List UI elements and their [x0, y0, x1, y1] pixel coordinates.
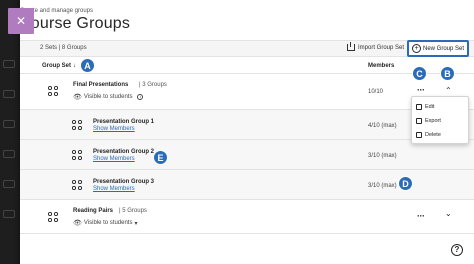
chevron-up-icon[interactable]: ⌃	[445, 86, 452, 95]
sidebar-ghost-icon	[3, 180, 15, 188]
group-name: Presentation Group 2	[93, 149, 155, 155]
group-set-count: | 3 Groups	[139, 82, 167, 88]
menu-edit-label: Edit	[425, 104, 435, 110]
group-set-members: 10/10	[368, 89, 384, 95]
eye-icon: 👁	[73, 94, 82, 101]
more-options-button[interactable]: ···	[417, 85, 425, 95]
sidebar-ghost-icon	[3, 60, 15, 68]
group-set-options-menu: Edit Export Delete	[411, 96, 469, 144]
menu-item-delete[interactable]: Delete	[416, 132, 441, 138]
show-members-link[interactable]: Show Members	[93, 126, 135, 132]
callout-c: C	[412, 66, 427, 81]
info-icon[interactable]: i	[137, 94, 144, 100]
visibility-dropdown[interactable]: 👁 Visible to students ▾	[73, 219, 138, 227]
group-members: 3/10 (max)	[368, 153, 397, 159]
more-options-button[interactable]: ···	[417, 211, 425, 221]
group-set-name: Reading Pairs	[73, 208, 114, 214]
menu-item-edit[interactable]: Edit	[416, 104, 434, 110]
visibility-label: Visible to students	[83, 220, 133, 226]
sidebar-ghost-icon	[3, 150, 15, 158]
import-icon	[347, 42, 355, 51]
group-count: 5 Groups	[122, 208, 147, 214]
new-group-set-label: New Group Set	[423, 45, 465, 52]
group-icon	[70, 149, 84, 161]
new-group-set-button[interactable]: + New Group Set	[407, 40, 470, 57]
group-set-row-reading-pairs: Reading Pairs | 5 Groups 👁 Visible to st…	[20, 200, 474, 234]
close-button[interactable]: ✕	[8, 8, 34, 34]
sort-arrow-icon: ↓	[73, 63, 77, 69]
group-set-name: Final Presentations	[73, 82, 129, 88]
plus-circle-icon: +	[412, 44, 421, 53]
sidebar-ghost-icon	[3, 90, 15, 98]
group-icon	[46, 85, 60, 97]
group-icon	[70, 179, 84, 191]
import-label: Import Group Set	[358, 44, 405, 51]
visibility-toggle[interactable]: 👁 Visible to students i	[73, 93, 144, 101]
sidebar-ghost-icon	[3, 120, 15, 128]
export-icon	[416, 118, 422, 124]
group-members: 3/10 (max)	[368, 183, 397, 189]
group-icon	[70, 119, 84, 131]
menu-delete-label: Delete	[425, 132, 441, 138]
group-count: 3 Groups	[142, 82, 167, 88]
callout-b: B	[440, 66, 455, 81]
group-name: Presentation Group 1	[93, 119, 155, 125]
group-set-row-final-presentations: Final Presentations | 3 Groups 👁 Visible…	[20, 74, 474, 110]
group-row: Presentation Group 1 Show Members 4/10 (…	[20, 110, 474, 140]
group-icon	[46, 211, 60, 223]
toolbar: 2 Sets | 8 Groups Import Group Set + New…	[20, 40, 474, 57]
pencil-icon	[416, 104, 422, 110]
callout-a: A	[80, 58, 95, 73]
help-icon[interactable]: ?	[451, 244, 463, 256]
group-set-count: | 5 Groups	[119, 208, 147, 214]
group-set-column-header[interactable]: Group Set ↓	[42, 63, 76, 69]
group-members: 4/10 (max)	[368, 123, 397, 129]
chevron-down-icon[interactable]: ⌄	[445, 209, 452, 218]
trash-icon	[416, 132, 422, 138]
caret-down-icon: ▾	[134, 220, 138, 227]
close-icon: ✕	[15, 14, 27, 28]
group-set-header-label: Group Set	[42, 63, 72, 69]
callout-d: D	[398, 176, 413, 191]
show-members-link[interactable]: Show Members	[93, 186, 135, 192]
group-row: Presentation Group 2 Show Members 3/10 (…	[20, 140, 474, 170]
callout-e: E	[153, 150, 168, 165]
menu-item-export[interactable]: Export	[416, 118, 441, 124]
import-group-set-button[interactable]: Import Group Set	[347, 42, 405, 51]
show-members-link[interactable]: Show Members	[93, 156, 135, 162]
group-name: Presentation Group 3	[93, 179, 155, 185]
sidebar-ghost-icon	[3, 210, 15, 218]
members-column-header: Members	[368, 63, 395, 69]
menu-export-label: Export	[425, 118, 441, 124]
eye-icon: 👁	[73, 220, 82, 227]
sets-count: 2 Sets | 8 Groups	[40, 45, 87, 51]
page-title: Course Groups	[19, 15, 131, 32]
visibility-label: Visible to students	[83, 94, 133, 100]
